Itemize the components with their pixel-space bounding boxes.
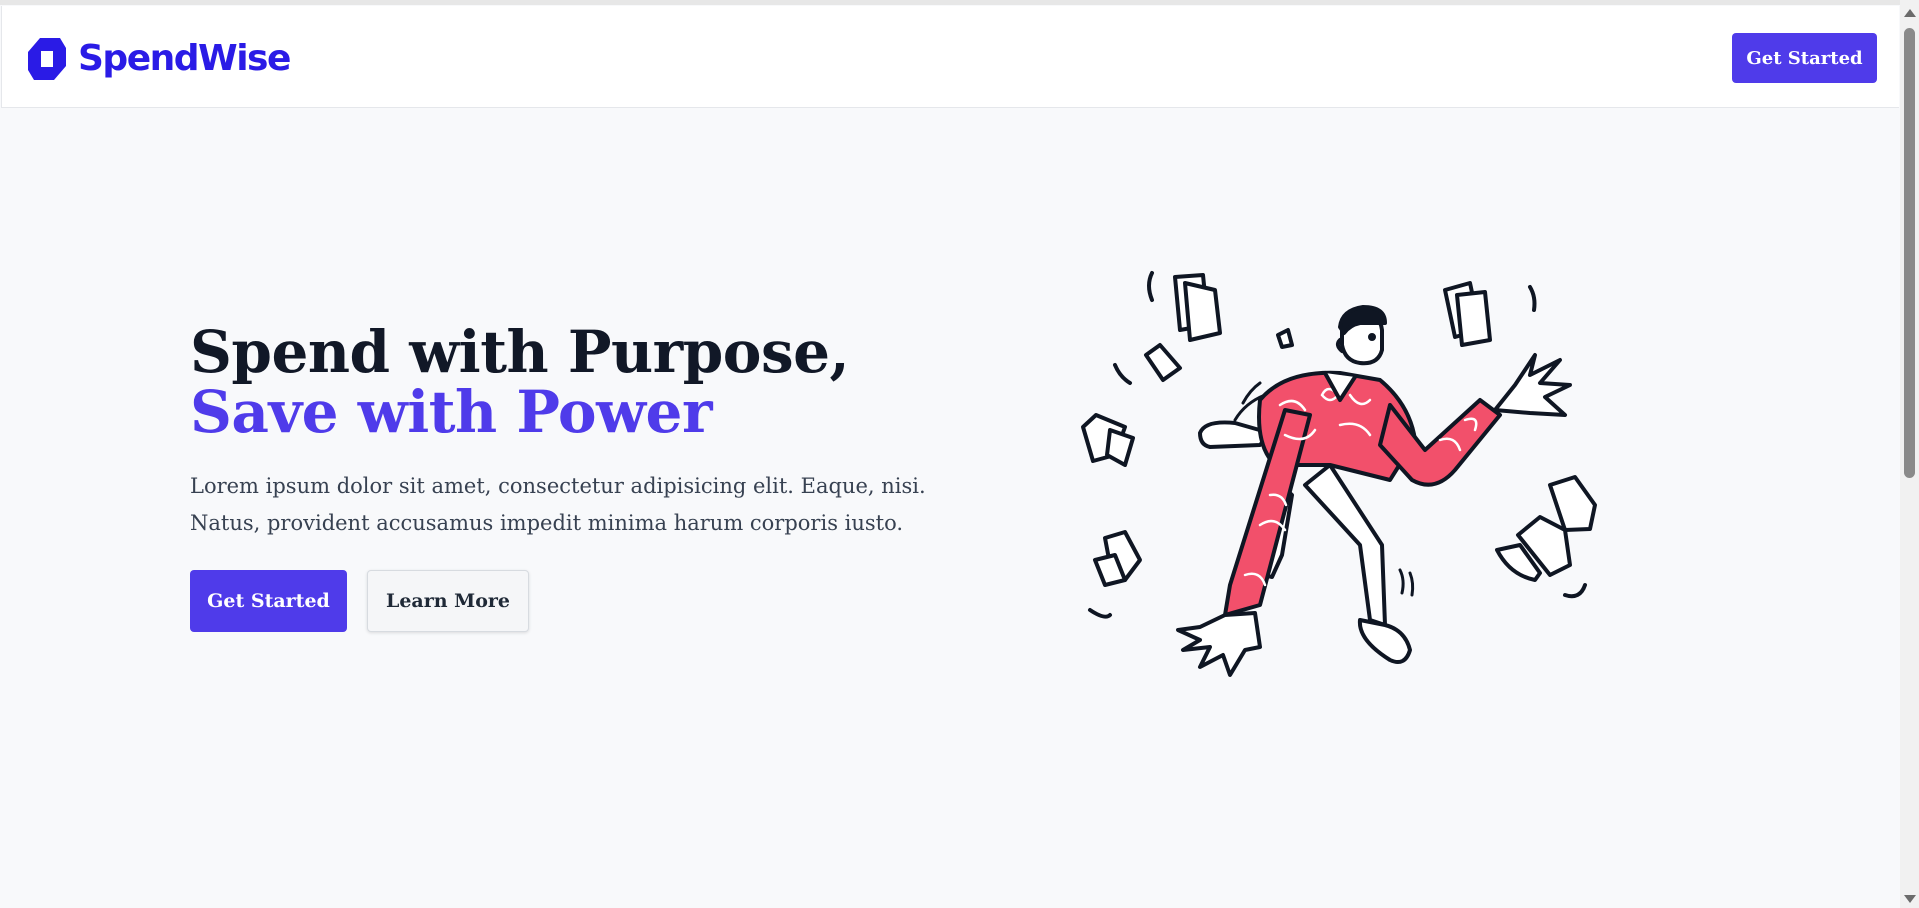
paper-icon xyxy=(1276,328,1294,349)
spendwise-logo-icon xyxy=(28,38,66,80)
browser-top-edge xyxy=(0,0,1900,5)
vertical-scrollbar[interactable] xyxy=(1900,0,1919,908)
hero-title: Spend with Purpose, Save with Power xyxy=(190,318,850,446)
hero-title-line1: Spend with Purpose, xyxy=(190,318,850,386)
learn-more-button[interactable]: Learn More xyxy=(367,570,529,632)
paper-icon xyxy=(1495,475,1597,599)
paper-icon xyxy=(1088,530,1142,619)
hero-title-line2: Save with Power xyxy=(190,378,713,446)
scroll-up-arrow-icon[interactable] xyxy=(1904,9,1916,17)
paper-icon xyxy=(1443,281,1537,347)
navbar: SpendWise Get Started xyxy=(1,6,1899,108)
brand-name: SpendWise xyxy=(78,38,291,79)
get-started-button[interactable]: Get Started xyxy=(190,570,347,632)
paper-icon xyxy=(1113,343,1182,385)
brand-logo[interactable]: SpendWise xyxy=(26,36,291,82)
hero-description: Lorem ipsum dolor sit amet, consectetur … xyxy=(190,474,926,535)
scrollbar-thumb[interactable] xyxy=(1904,28,1915,478)
person-juggling-papers-illustration xyxy=(1081,271,1597,677)
paper-icon xyxy=(1081,413,1135,467)
scroll-down-arrow-icon[interactable] xyxy=(1904,895,1916,903)
paper-icon xyxy=(1147,271,1222,342)
nav-get-started-button[interactable]: Get Started xyxy=(1732,33,1877,83)
